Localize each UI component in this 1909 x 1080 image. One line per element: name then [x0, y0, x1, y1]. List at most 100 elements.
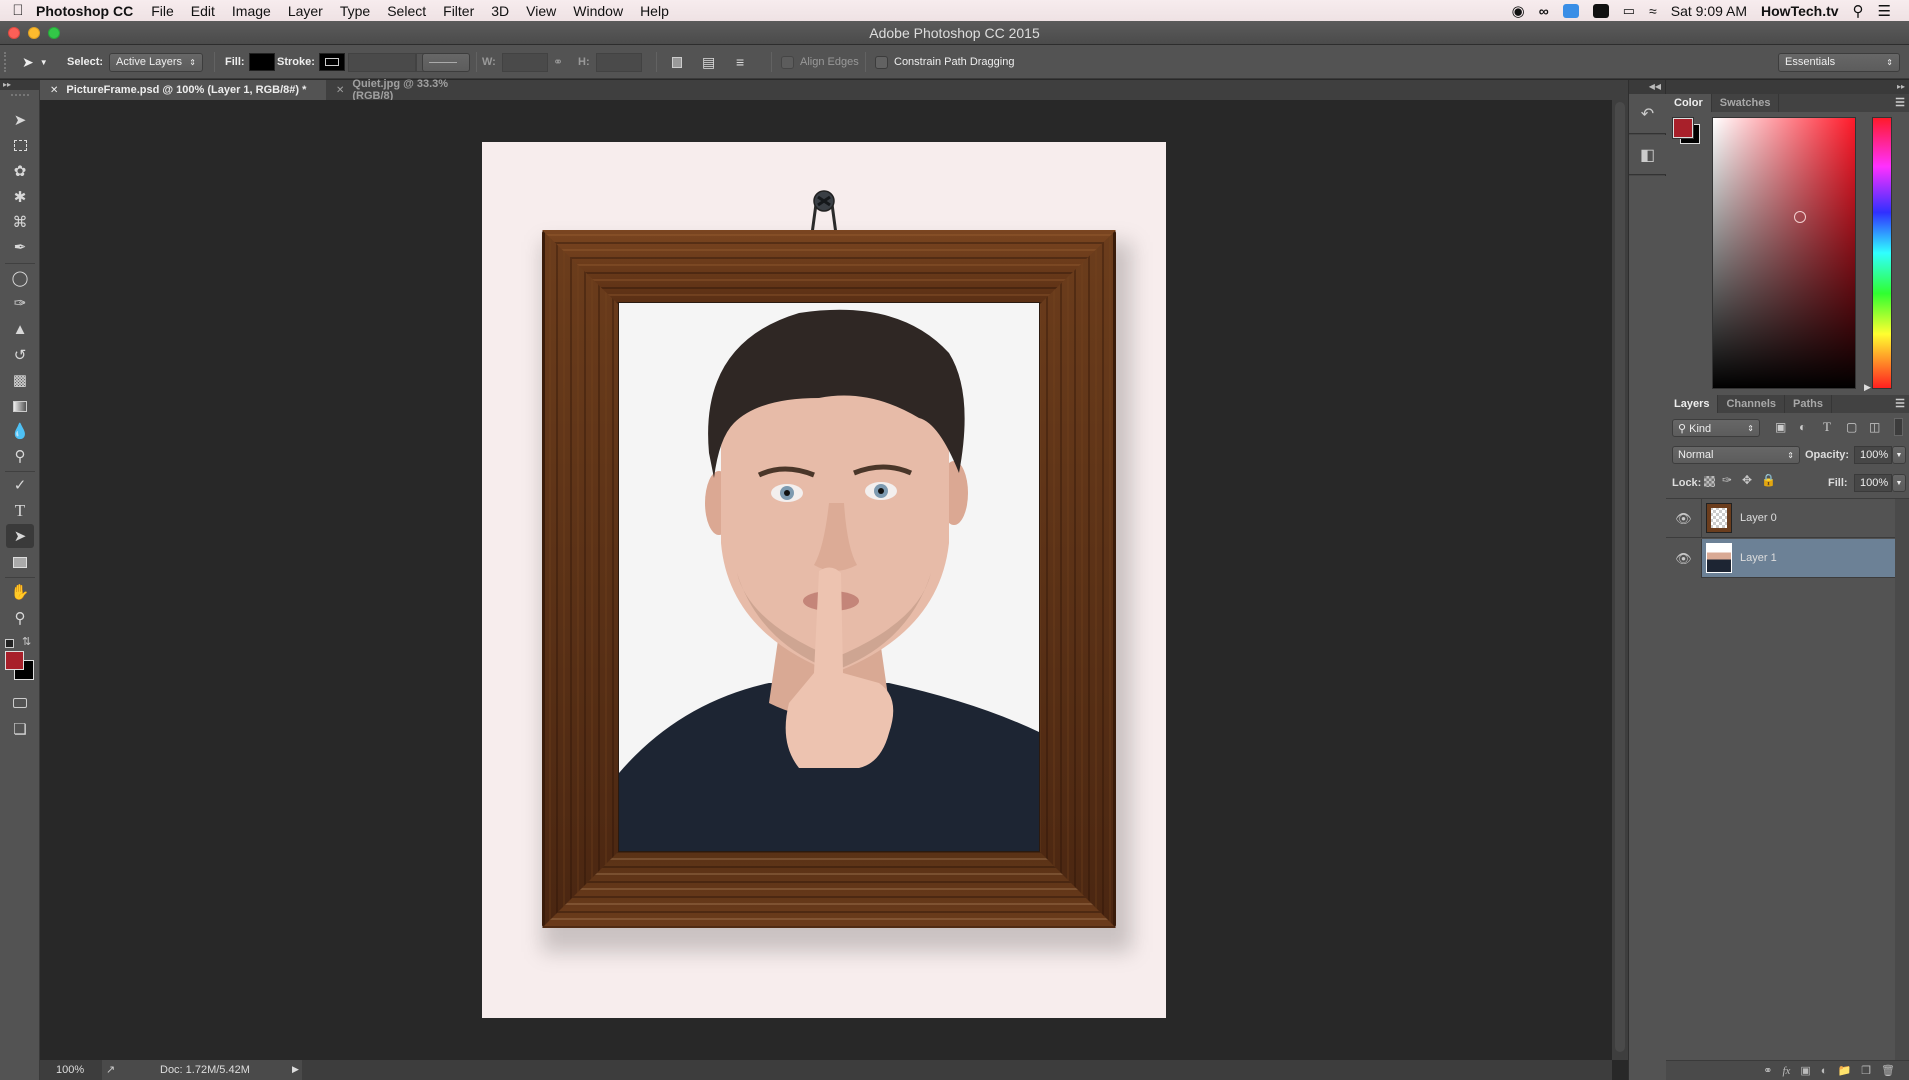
tab-paths[interactable]: Paths	[1785, 395, 1832, 413]
clock[interactable]: Sat 9:09 AM	[1671, 3, 1747, 19]
new-adjustment-layer-icon[interactable]: ◐	[1821, 1065, 1828, 1077]
color-picker-ring[interactable]	[1794, 211, 1806, 223]
tab-layers[interactable]: Layers	[1666, 395, 1719, 413]
app-menu[interactable]: Photoshop CC	[36, 3, 133, 19]
layer-row-layer-1[interactable]: 👁 Layer 1	[1666, 538, 1895, 578]
color-saturation-field[interactable]	[1712, 117, 1856, 389]
tech-app-icon[interactable]	[1592, 3, 1609, 18]
path-arrangement-button[interactable]: ≡	[736, 45, 744, 79]
magic-wand-tool[interactable]: ✱	[6, 185, 34, 209]
workspace-dropdown[interactable]: Essentials ⇕	[1778, 52, 1900, 72]
layer-filter-dropdown[interactable]: ⚲ Kind ⇕	[1672, 419, 1760, 437]
zoom-tool[interactable]: ⚲	[6, 606, 34, 630]
color-foreground-swatch[interactable]	[1672, 117, 1694, 139]
tab-swatches[interactable]: Swatches	[1712, 94, 1780, 112]
constrain-path-dragging-checkbox[interactable]: Constrain Path Dragging	[875, 45, 1014, 79]
new-layer-icon[interactable]: ❐	[1861, 1064, 1871, 1077]
vertical-scrollbar[interactable]	[1612, 100, 1628, 1060]
lock-transparent-pixels-icon[interactable]	[1704, 476, 1715, 487]
history-panel-button[interactable]: ↶	[1629, 94, 1666, 134]
select-mode-dropdown[interactable]: Active Layers ⇕	[109, 52, 203, 72]
menu-view[interactable]: View	[526, 3, 556, 19]
shape-layer-filter-icon[interactable]: ▢	[1846, 420, 1857, 434]
collapse-tools-icon[interactable]: ▸▸	[0, 80, 39, 90]
menu-window[interactable]: Window	[573, 3, 623, 19]
tool-preset-picker[interactable]: ➤ ▼	[22, 45, 48, 79]
expand-panels-icon[interactable]: ▸▸	[1666, 80, 1909, 94]
crop-tool[interactable]: ⌘	[6, 210, 34, 234]
pen-tool[interactable]: ✓	[6, 473, 34, 497]
layer-style-fx-icon[interactable]: fx	[1782, 1065, 1790, 1077]
menu-filter[interactable]: Filter	[443, 3, 474, 19]
stroke-width-field[interactable]	[348, 52, 416, 72]
brush-tool[interactable]: ✑	[6, 291, 34, 315]
clone-stamp-tool[interactable]: ▲	[6, 317, 34, 341]
opacity-field[interactable]: 100%	[1854, 446, 1892, 464]
screen-mode-tool[interactable]: ❏	[6, 717, 34, 741]
default-colors-icon[interactable]	[5, 639, 14, 648]
menu-layer[interactable]: Layer	[288, 3, 323, 19]
panel-menu-icon[interactable]: ☰	[1895, 397, 1905, 410]
fill-slider-button[interactable]: ▼	[1892, 474, 1906, 492]
rectangular-marquee-tool[interactable]	[6, 133, 34, 157]
tab-color[interactable]: Color	[1666, 94, 1712, 112]
menu-3d[interactable]: 3D	[491, 3, 509, 19]
layers-scrollbar[interactable]	[1895, 499, 1909, 1061]
document-canvas[interactable]	[482, 142, 1166, 1018]
user-name[interactable]: HowTech.tv	[1761, 3, 1839, 19]
notification-center-icon[interactable]: ☰	[1878, 2, 1891, 20]
menu-type[interactable]: Type	[340, 3, 370, 19]
menu-select[interactable]: Select	[387, 3, 426, 19]
path-alignment-button[interactable]: ▤	[702, 45, 715, 79]
smart-object-filter-icon[interactable]: ◫	[1869, 420, 1880, 434]
panel-menu-icon[interactable]: ☰	[1895, 96, 1905, 109]
menu-edit[interactable]: Edit	[191, 3, 215, 19]
type-tool[interactable]: T	[6, 499, 34, 523]
lasso-tool[interactable]: ✿	[6, 159, 34, 183]
teamviewer-icon[interactable]	[1562, 3, 1579, 18]
collapse-dock-icon[interactable]: ◀◀	[1629, 80, 1665, 94]
menu-file[interactable]: File	[151, 3, 174, 19]
properties-panel-button[interactable]: ◧	[1629, 135, 1666, 175]
constrain-path-check[interactable]	[875, 55, 888, 69]
visibility-eye-icon[interactable]: 👁	[1666, 498, 1702, 538]
record-icon[interactable]: ◉	[1512, 2, 1525, 20]
link-layers-icon[interactable]: ⚭	[1763, 1064, 1772, 1077]
type-layer-filter-icon[interactable]: T	[1823, 419, 1831, 435]
scrollbar-thumb[interactable]	[1615, 102, 1625, 1052]
airplay-icon[interactable]: ▭	[1623, 3, 1635, 19]
new-group-icon[interactable]: 📁	[1837, 1064, 1851, 1077]
apple-menu-icon[interactable]: 	[0, 2, 36, 19]
eyedropper-tool[interactable]: ✒	[6, 235, 34, 259]
link-icon[interactable]: ⚭	[553, 55, 563, 69]
align-edges-checkbox[interactable]: Align Edges	[781, 45, 859, 79]
hue-slider[interactable]	[1872, 117, 1892, 389]
foreground-color-swatch[interactable]	[5, 651, 24, 670]
visibility-eye-icon[interactable]: 👁	[1666, 538, 1702, 578]
opacity-slider-button[interactable]: ▼	[1892, 446, 1906, 464]
zoom-level[interactable]: 100%	[56, 1064, 84, 1076]
status-menu-arrow-icon[interactable]: ▶	[292, 1064, 299, 1075]
dodge-tool[interactable]: ⚲	[6, 444, 34, 468]
add-mask-icon[interactable]: ▣	[1800, 1064, 1810, 1077]
lock-image-pixels-icon[interactable]: ✑	[1722, 473, 1732, 487]
lock-all-icon[interactable]: 🔒	[1761, 473, 1776, 487]
blur-tool[interactable]: 💧	[6, 419, 34, 443]
menu-help[interactable]: Help	[640, 3, 669, 19]
fill-swatch[interactable]	[248, 53, 275, 71]
blend-mode-dropdown[interactable]: Normal ⇕	[1672, 446, 1800, 464]
delete-layer-icon[interactable]: 🗑	[1881, 1064, 1895, 1077]
tab-quiet[interactable]: ✕ Quiet.jpg @ 33.3% (RGB/8)	[326, 78, 476, 102]
stroke-type-dropdown[interactable]	[422, 52, 470, 72]
height-field[interactable]	[595, 52, 642, 72]
tab-channels[interactable]: Channels	[1718, 395, 1785, 413]
quick-mask-tool[interactable]	[6, 691, 34, 715]
wifi-icon[interactable]: ≈	[1649, 3, 1657, 19]
pixel-layer-filter-icon[interactable]: ▣	[1775, 420, 1786, 434]
options-grip[interactable]	[4, 45, 7, 79]
menu-image[interactable]: Image	[232, 3, 271, 19]
tab-pictureframe[interactable]: ✕ PictureFrame.psd @ 100% (Layer 1, RGB/…	[40, 80, 326, 100]
tools-grip[interactable]	[11, 94, 29, 96]
path-operations-button[interactable]	[672, 45, 682, 79]
gradient-tool[interactable]	[6, 394, 34, 418]
